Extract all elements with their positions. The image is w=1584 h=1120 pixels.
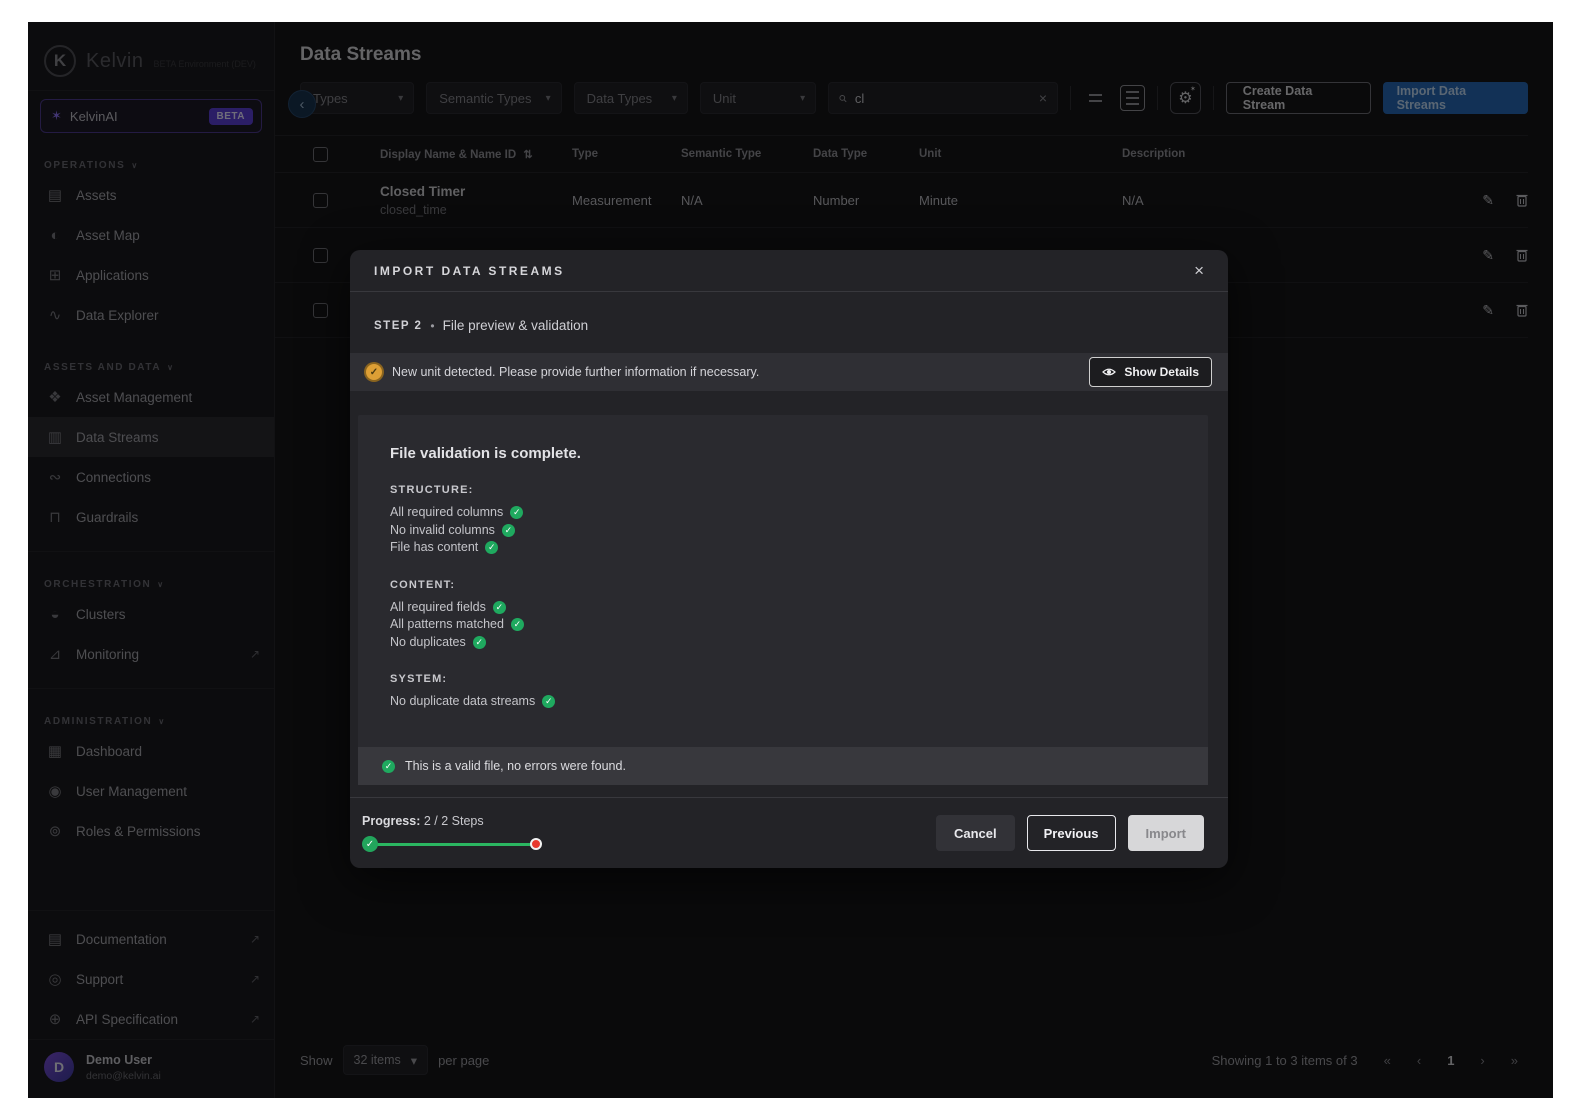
bullet-icon: • [430, 319, 434, 333]
validation-item: No duplicate data streams✓ [390, 693, 1208, 711]
validation-group-content: CONTENT: [390, 579, 1208, 591]
close-icon[interactable]: × [1194, 261, 1204, 281]
new-unit-notice: ✓ New unit detected. Please provide furt… [350, 353, 1228, 391]
validation-item: No invalid columns✓ [390, 522, 1208, 540]
check-circle-icon: ✓ [511, 618, 524, 631]
check-circle-icon: ✓ [493, 601, 506, 614]
step-description: File preview & validation [443, 318, 589, 333]
notice-text: New unit detected. Please provide furthe… [392, 365, 1079, 379]
modal-title: IMPORT DATA STREAMS [374, 264, 565, 278]
import-data-streams-modal: IMPORT DATA STREAMS × STEP 2 • File prev… [350, 250, 1228, 868]
validation-item: No duplicates✓ [390, 634, 1208, 652]
progress-end-handle[interactable] [530, 838, 542, 850]
modal-footer: Progress: 2 / 2 Steps ✓ Cancel Previous … [350, 797, 1228, 868]
validation-item: File has content✓ [390, 539, 1208, 557]
previous-button[interactable]: Previous [1027, 815, 1116, 851]
progress-start-check-icon: ✓ [362, 836, 378, 852]
validation-group-system: SYSTEM: [390, 673, 1208, 685]
check-circle-icon: ✓ [510, 506, 523, 519]
cancel-button[interactable]: Cancel [936, 815, 1015, 851]
eye-icon [1102, 367, 1116, 377]
check-circle-icon: ✓ [502, 524, 515, 537]
validation-item: All required fields✓ [390, 599, 1208, 617]
import-button[interactable]: Import [1128, 815, 1204, 851]
check-circle-icon: ✓ [542, 695, 555, 708]
validation-result: ✓ This is a valid file, no errors were f… [358, 747, 1208, 785]
validation-headline: File validation is complete. [358, 415, 1208, 462]
warning-badge-icon: ✓ [366, 364, 382, 380]
step-label: STEP 2 [374, 320, 422, 332]
check-circle-icon: ✓ [473, 636, 486, 649]
validation-item: All required columns✓ [390, 504, 1208, 522]
progress-label: Progress: 2 / 2 Steps [362, 814, 542, 828]
check-circle-icon: ✓ [485, 541, 498, 554]
check-circle-icon: ✓ [382, 760, 395, 773]
validation-item: All patterns matched✓ [390, 616, 1208, 634]
validation-panel: File validation is complete. STRUCTURE: … [358, 415, 1208, 785]
app-window: K Kelvin BETA Environment (DEV) ✶ Kelvin… [28, 22, 1553, 1098]
validation-group-structure: STRUCTURE: [390, 484, 1208, 496]
progress-slider[interactable]: ✓ [362, 836, 542, 852]
show-details-button[interactable]: Show Details [1089, 357, 1212, 387]
